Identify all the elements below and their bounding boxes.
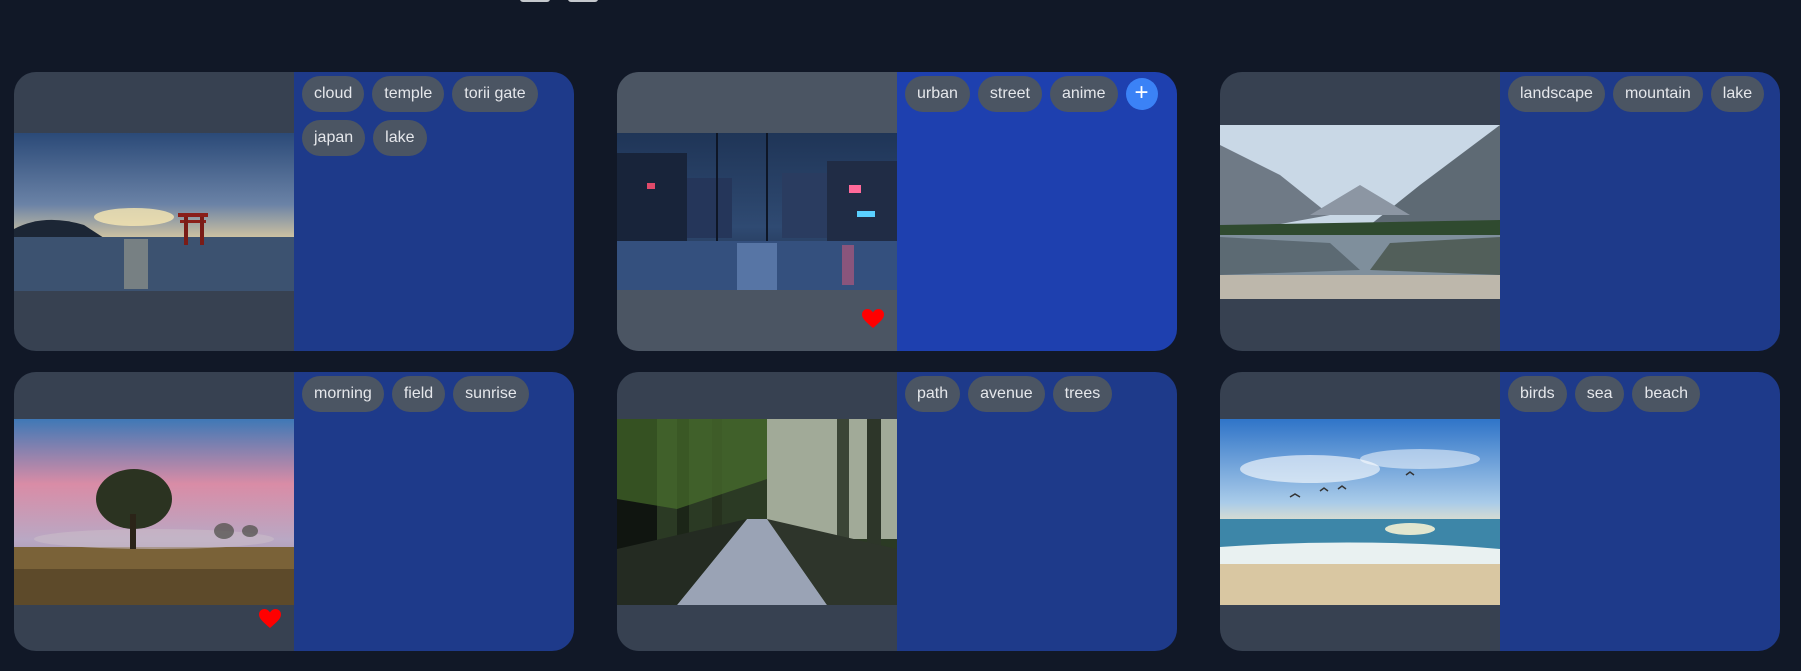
image-area xyxy=(617,372,897,651)
image-thumbnail[interactable] xyxy=(617,133,897,290)
tag-chip[interactable]: trees xyxy=(1052,376,1113,412)
image-area xyxy=(617,72,897,351)
add-tag-button[interactable]: + xyxy=(1125,78,1158,110)
image-card[interactable]: urban street anime + xyxy=(617,72,1177,351)
tag-chip[interactable]: lake xyxy=(373,120,427,156)
tag-chip[interactable]: anime xyxy=(1049,76,1118,112)
toolbar-icon-clipped xyxy=(520,0,550,2)
tag-chip[interactable]: torii gate xyxy=(452,76,538,112)
image-thumbnail[interactable] xyxy=(14,418,294,605)
image-area xyxy=(14,72,294,351)
tag-list: cloud temple torii gate japan lake xyxy=(294,72,574,351)
tag-chip[interactable]: birds xyxy=(1508,376,1567,412)
image-grid: cloud temple torii gate japan lake urban… xyxy=(14,72,1780,651)
image-card[interactable]: birds sea beach xyxy=(1220,372,1780,651)
tag-chip[interactable]: landscape xyxy=(1508,76,1605,112)
tag-chip[interactable]: urban xyxy=(905,76,970,112)
tag-list: morning field sunrise xyxy=(294,372,574,651)
tag-chip[interactable]: street xyxy=(977,76,1042,112)
image-thumbnail[interactable] xyxy=(617,418,897,605)
top-toolbar-clipped xyxy=(520,0,598,6)
heart-icon[interactable] xyxy=(861,307,885,331)
tag-chip[interactable]: path xyxy=(905,376,961,412)
tag-list: urban street anime + xyxy=(897,72,1177,351)
image-thumbnail[interactable] xyxy=(1220,418,1500,605)
tag-chip[interactable]: sunrise xyxy=(453,376,529,412)
tag-chip[interactable]: cloud xyxy=(302,76,365,112)
image-thumbnail[interactable] xyxy=(1220,124,1500,299)
image-card[interactable]: landscape mountain lake xyxy=(1220,72,1780,351)
image-card[interactable]: cloud temple torii gate japan lake xyxy=(14,72,574,351)
image-area xyxy=(14,372,294,651)
tag-list: landscape mountain lake xyxy=(1500,72,1780,351)
image-card[interactable]: path avenue trees xyxy=(617,372,1177,651)
heart-icon[interactable] xyxy=(258,607,282,631)
tag-chip[interactable]: field xyxy=(391,376,446,412)
toolbar-icon-clipped xyxy=(568,0,598,2)
image-card[interactable]: morning field sunrise xyxy=(14,372,574,651)
tag-chip[interactable]: japan xyxy=(302,120,366,156)
image-area xyxy=(1220,72,1500,351)
tag-list: path avenue trees xyxy=(897,372,1177,651)
image-area xyxy=(1220,372,1500,651)
tag-chip[interactable]: temple xyxy=(372,76,445,112)
tag-chip[interactable]: mountain xyxy=(1612,76,1703,112)
image-thumbnail[interactable] xyxy=(14,132,294,291)
tag-chip[interactable]: sea xyxy=(1574,376,1625,412)
tag-chip[interactable]: avenue xyxy=(968,376,1045,412)
tag-list: birds sea beach xyxy=(1500,372,1780,651)
tag-chip[interactable]: morning xyxy=(302,376,384,412)
tag-chip[interactable]: lake xyxy=(1710,76,1765,112)
tag-chip[interactable]: beach xyxy=(1632,376,1701,412)
